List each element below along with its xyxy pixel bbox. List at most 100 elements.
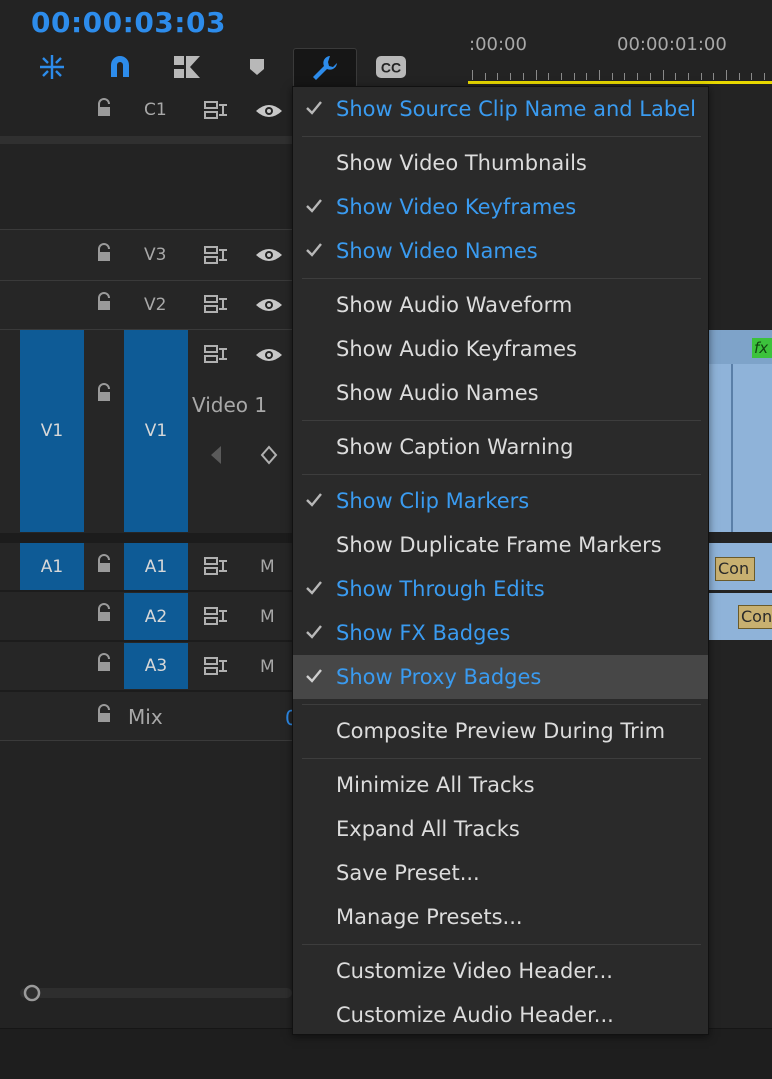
sync-lock-icon[interactable] [203,294,229,314]
menu-item-show-audio-names[interactable]: Show Audio Names [293,371,708,415]
lock-icon[interactable] [95,704,113,724]
menu-item-label: Customize Video Header... [336,959,613,983]
sync-lock-icon[interactable] [203,245,229,265]
checkmark-icon [306,581,322,595]
menu-item-label: Show Clip Markers [336,489,530,513]
ruler-tick [637,73,639,80]
ruler-tick [751,73,753,80]
menu-item-show-video-keyframes[interactable]: Show Video Keyframes [293,185,708,229]
ruler-tick [726,70,727,80]
horizontal-scrollbar[interactable] [20,983,292,1003]
eye-icon[interactable] [255,103,283,119]
track-target-v1[interactable]: V1 [124,330,188,532]
menu-item-show-audio-keyframes[interactable]: Show Audio Keyframes [293,327,708,371]
menu-item-show-video-names[interactable]: Show Video Names [293,229,708,273]
eye-icon[interactable] [255,297,283,313]
source-patch-v1[interactable]: V1 [20,330,84,532]
lock-icon[interactable] [95,383,113,403]
menu-divider [302,136,701,137]
menu-item-label: Customize Audio Header... [336,1003,614,1027]
menu-item-label: Show Through Edits [336,577,545,601]
mute-button-a2[interactable]: M [260,607,275,627]
timecode-display[interactable]: 00:00:03:03 [31,6,226,39]
sync-lock-icon[interactable] [203,100,229,120]
menu-item-label: Show Caption Warning [336,435,574,459]
lock-icon[interactable] [95,98,113,118]
menu-item-composite-preview-during-trim[interactable]: Composite Preview During Trim [293,709,708,753]
menu-item-save-preset[interactable]: Save Preset... [293,851,708,895]
mix-volume-value[interactable]: 0 [285,706,292,730]
ruler-tick [484,73,486,80]
sync-lock-icon[interactable] [203,606,229,626]
menu-item-customize-audio-header[interactable]: Customize Audio Header... [293,993,708,1037]
previous-keyframe-icon[interactable] [209,444,223,466]
track-target-a2[interactable]: A2 [124,593,188,640]
closed-captions-icon[interactable]: CC [371,48,411,86]
eye-icon[interactable] [255,347,283,363]
track-name-c1[interactable]: C1 [144,100,167,120]
time-ruler[interactable] [468,64,772,84]
marker-icon[interactable] [237,48,277,86]
ruler-tick [586,73,588,80]
track-target-a3[interactable]: A3 [124,643,188,689]
menu-item-expand-all-tracks[interactable]: Expand All Tracks [293,807,708,851]
linked-selection-icon[interactable] [167,48,207,86]
lock-icon[interactable] [95,292,113,312]
lock-icon[interactable] [95,653,113,673]
menu-item-show-proxy-badges[interactable]: Show Proxy Badges [293,655,708,699]
video-clip-v1[interactable]: fx [709,330,772,532]
menu-item-show-video-thumbnails[interactable]: Show Video Thumbnails [293,141,708,185]
menu-item-show-caption-warning[interactable]: Show Caption Warning [293,425,708,469]
divider [0,690,292,692]
menu-item-show-audio-waveform[interactable]: Show Audio Waveform [293,283,708,327]
menu-item-label: Show Video Thumbnails [336,151,587,175]
source-patch-a1[interactable]: A1 [20,543,84,590]
menu-divider [302,704,701,705]
mute-button-a1[interactable]: M [260,557,275,577]
ruler-tick [675,73,677,80]
wrench-icon[interactable] [293,48,357,88]
clip-label: Con [715,557,755,581]
timeline-display-settings-menu[interactable]: Show Source Clip Name and Label Show Vide… [292,86,709,1035]
menu-item-show-clip-markers[interactable]: Show Clip Markers [293,479,708,523]
sync-lock-icon[interactable] [203,344,229,364]
menu-item-label: Show Audio Names [336,381,539,405]
checkmark-icon [306,243,322,257]
track-name-v2[interactable]: V2 [144,295,166,315]
track-title-v1[interactable]: Video 1 [192,393,267,417]
menu-item-label: Composite Preview During Trim [336,719,666,743]
menu-item-show-fx-badges[interactable]: Show FX Badges [293,611,708,655]
sync-lock-icon[interactable] [203,656,229,676]
ruler-tick [662,70,664,80]
menu-item-customize-video-header[interactable]: Customize Video Header... [293,949,708,993]
lock-icon[interactable] [95,554,113,574]
ruler-tick [713,73,715,80]
lock-icon[interactable] [95,243,113,263]
ruler-tick [611,73,613,80]
track-target-a1[interactable]: A1 [124,543,188,590]
magnet-icon[interactable] [100,48,140,86]
ruler-tick [535,70,537,80]
sync-lock-icon[interactable] [203,556,229,576]
ripple-snap-icon[interactable] [32,48,72,86]
menu-item-show-duplicate-frame-markers[interactable]: Show Duplicate Frame Markers [293,523,708,567]
checkmark-icon [306,101,322,115]
mute-button-a3[interactable]: M [260,657,275,677]
eye-icon[interactable] [255,247,283,263]
track-name-v3[interactable]: V3 [144,245,166,265]
menu-item-label: Expand All Tracks [336,817,520,841]
menu-item-manage-presets[interactable]: Manage Presets... [293,895,708,939]
add-keyframe-icon[interactable] [260,445,278,465]
ruler-tick [510,73,512,80]
divider [0,590,292,592]
audio-clip-a2[interactable]: Con [709,593,772,640]
audio-clip-a1[interactable]: Con [709,543,772,590]
menu-item-show-through-edits[interactable]: Show Through Edits [293,567,708,611]
track-name-mix[interactable]: Mix [128,705,163,729]
lock-icon[interactable] [95,603,113,623]
divider [0,136,292,144]
scroll-handle-icon[interactable] [23,984,41,1002]
menu-item-show-source-clip-name-and-label[interactable]: Show Source Clip Name and Label [293,87,708,131]
menu-item-minimize-all-tracks[interactable]: Minimize All Tracks [293,763,708,807]
menu-item-label: Show Video Keyframes [336,195,577,219]
